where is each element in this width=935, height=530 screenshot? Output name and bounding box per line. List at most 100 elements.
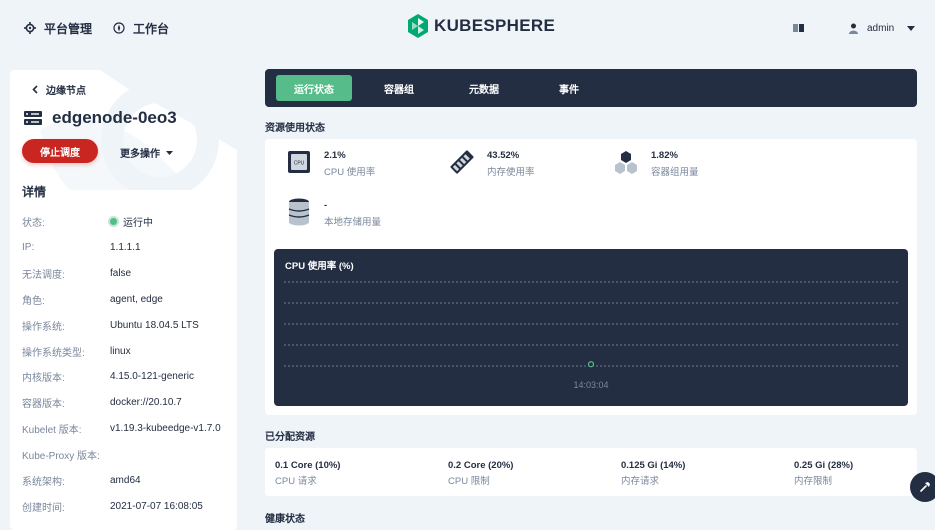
kubesphere-logo-icon: [408, 14, 428, 38]
detail-key: 角色:: [22, 295, 45, 307]
pods-usage-metric: 1.82% 容器组用量: [613, 149, 699, 180]
tab-metadata[interactable]: 元数据: [454, 75, 514, 101]
detail-value: false: [110, 267, 132, 279]
tab-running-status[interactable]: 运行状态: [276, 75, 352, 101]
detail-key: 系统架构:: [22, 476, 65, 488]
storage-usage-metric: - 本地存储用量: [286, 198, 382, 230]
cpu-request-value: 0.1 Core (10%): [275, 460, 341, 471]
user-menu[interactable]: admin: [849, 20, 916, 36]
more-actions-dropdown[interactable]: 更多操作: [120, 145, 173, 160]
detail-row: 系统架构: amd64: [22, 472, 141, 488]
back-to-edge-nodes-link[interactable]: 边缘节点: [22, 79, 96, 99]
detail-value: amd64: [110, 474, 141, 486]
server-icon: [24, 111, 42, 125]
hammer-icon: [920, 482, 930, 492]
memory-usage-metric: 43.52% 内存使用率: [449, 149, 535, 180]
detail-row: IP: 1.1.1.1: [22, 239, 141, 255]
detail-key: Kube-Proxy 版本:: [22, 450, 100, 462]
detail-row: 容器版本: docker://20.10.7: [22, 394, 182, 410]
more-actions-label: 更多操作: [120, 149, 160, 160]
memory-request-item: 0.125 Gi (14%) 内存请求: [621, 459, 685, 489]
detail-key: 操作系统:: [22, 321, 65, 333]
platform-management-link[interactable]: 平台管理: [24, 20, 92, 36]
detail-value: v1.19.3-kubeedge-v1.7.0: [110, 422, 221, 434]
storage-icon: [288, 198, 310, 226]
storage-usage-value: -: [324, 200, 328, 211]
health-status-title: 健康状态: [265, 514, 305, 525]
detail-value: 1.1.1.1: [110, 241, 141, 253]
detail-row: Kubelet 版本: v1.19.3-kubeedge-v1.7.0: [22, 420, 221, 436]
cpu-limit-value: 0.2 Core (20%): [448, 460, 514, 471]
workbench-link[interactable]: 工作台: [113, 20, 169, 36]
stop-scheduling-button[interactable]: 停止调度: [22, 139, 98, 163]
platform-management-label: 平台管理: [44, 21, 93, 36]
detail-row: 无法调度: false: [22, 265, 131, 281]
detail-row: 内核版本: 4.15.0-121-generic: [22, 368, 194, 384]
memory-usage-value: 43.52%: [487, 150, 520, 161]
detail-row: Kube-Proxy 版本:: [22, 446, 110, 462]
gear-icon: [24, 22, 36, 34]
chart-data-point: [587, 361, 595, 368]
book-icon: [793, 24, 804, 32]
toolbox-button[interactable]: [910, 472, 935, 502]
detail-key: 创建时间:: [22, 502, 65, 514]
resource-usage-title: 资源使用状态: [265, 123, 325, 134]
chart-x-tick-label: 14:03:04: [573, 380, 608, 390]
cpu-limit-item: 0.2 Core (20%) CPU 限制: [448, 459, 513, 489]
user-icon: [849, 23, 858, 34]
cpu-limit-label: CPU 限制: [448, 476, 490, 487]
detail-row: 状态: 运行中: [22, 213, 153, 229]
detail-row: 操作系统类型: linux: [22, 343, 131, 359]
cpu-usage-value: 2.1%: [324, 150, 346, 161]
detail-key: IP:: [22, 241, 35, 253]
detail-value: docker://20.10.7: [110, 396, 182, 408]
memory-usage-label: 内存使用率: [487, 167, 535, 178]
tabs-bar: 运行状态 容器组 元数据 事件: [265, 69, 917, 107]
caret-down-icon: [166, 150, 173, 155]
cpu-usage-chart: CPU 使用率 (%) 14:03:04: [274, 249, 908, 406]
status-value-text: 运行中: [123, 217, 153, 229]
detail-row: 操作系统: Ubuntu 18.04.5 LTS: [22, 317, 199, 333]
compass-icon: [113, 22, 125, 34]
detail-key: 内核版本:: [22, 372, 65, 384]
back-link-label: 边缘节点: [46, 85, 86, 97]
detail-key: 容器版本:: [22, 398, 65, 410]
kubesphere-logo[interactable]: KUBESPHERE: [408, 14, 555, 38]
details-heading: 详情: [22, 185, 47, 199]
cpu-usage-label: CPU 使用率: [324, 167, 376, 178]
memory-request-value: 0.125 Gi (14%): [621, 460, 686, 471]
chevron-left-icon: [32, 84, 38, 94]
tab-events[interactable]: 事件: [539, 75, 599, 101]
memory-icon: [450, 150, 474, 174]
node-detail-panel: 边缘节点 edgenode-0eo3 停止调度 更多操作 详情 状态: 运行中 IP…: [10, 70, 237, 530]
storage-usage-label: 本地存储用量: [324, 217, 382, 228]
memory-limit-value: 0.25 Gi (28%): [794, 460, 854, 471]
pods-usage-value: 1.82%: [651, 150, 678, 161]
node-title: edgenode-0eo3: [24, 108, 177, 128]
detail-row: 创建时间: 2021-07-07 16:08:05: [22, 498, 203, 514]
memory-limit-item: 0.25 Gi (28%) 内存限制: [794, 459, 853, 489]
detail-value: Ubuntu 18.04.5 LTS: [110, 319, 199, 331]
cpu-request-label: CPU 请求: [275, 476, 317, 487]
detail-key: 无法调度:: [22, 269, 65, 281]
pods-icon: [615, 151, 637, 174]
logo-text: KUBESPHERE: [434, 16, 556, 35]
detail-row: 角色: agent, edge: [22, 291, 163, 307]
memory-request-label: 内存请求: [621, 476, 660, 487]
node-name: edgenode-0eo3: [52, 108, 177, 127]
chevron-down-icon: [907, 25, 916, 31]
memory-limit-label: 内存限制: [794, 476, 833, 487]
cpu-request-item: 0.1 Core (10%) CPU 请求: [275, 459, 340, 489]
detail-key: Kubelet 版本:: [22, 424, 82, 436]
detail-key: 状态:: [22, 217, 45, 229]
tab-pods[interactable]: 容器组: [369, 75, 429, 101]
svg-text:CPU: CPU: [294, 161, 305, 167]
detail-key: 操作系统类型:: [22, 347, 85, 359]
detail-value: linux: [110, 345, 131, 357]
cpu-chart-plot: 14:03:04: [284, 281, 898, 390]
allocated-resources-title: 已分配资源: [265, 432, 315, 443]
theme-toggle[interactable]: [793, 20, 805, 36]
detail-value: 运行中: [110, 214, 153, 229]
top-navigation: 平台管理 工作台 KUBESPHERE admin: [0, 0, 935, 54]
cpu-usage-metric: CPU 2.1% CPU 使用率: [286, 149, 375, 180]
